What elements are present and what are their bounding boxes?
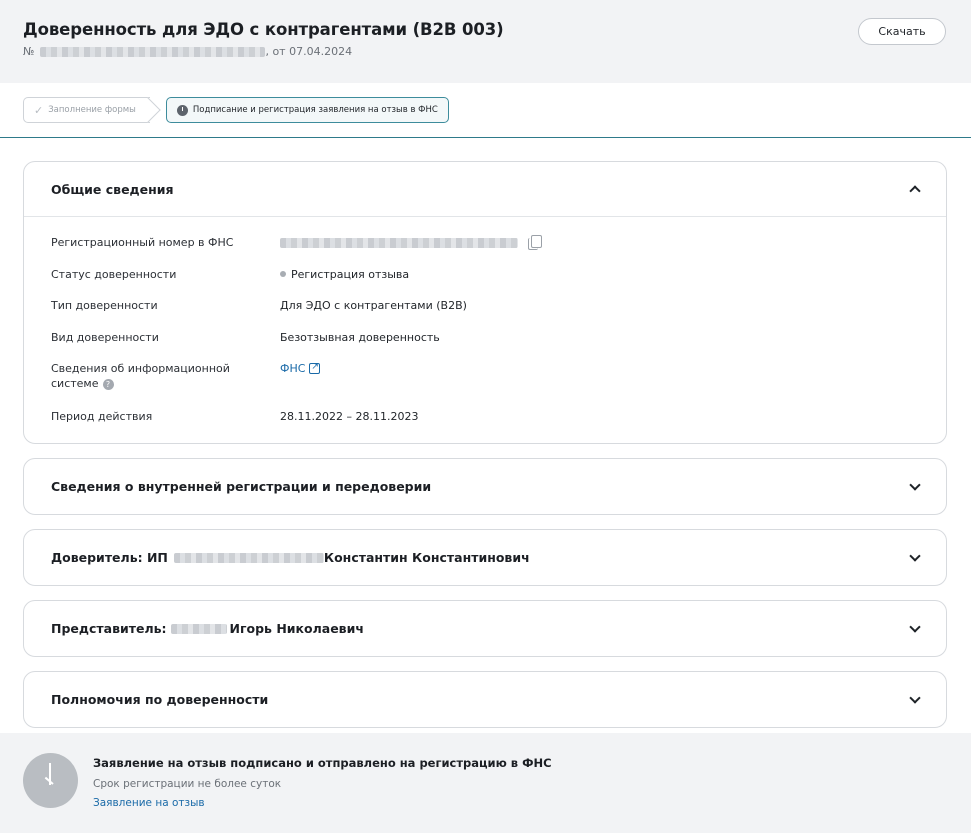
info-row: Период действия 28.11.2022 – 28.11.2023 bbox=[51, 409, 919, 427]
page-title: Доверенность для ЭДО с контрагентами (B2… bbox=[23, 20, 504, 39]
revocation-statement-link[interactable]: Заявление на отзыв bbox=[93, 797, 552, 809]
representative-prefix: Представитель: bbox=[51, 621, 167, 636]
card-title: Сведения о внутренней регистрации и пере… bbox=[51, 479, 432, 494]
check-icon: ✓ bbox=[34, 103, 44, 117]
general-info-card: Общие сведения Регистрационный номер в Ф… bbox=[23, 161, 947, 444]
status-label: Статус доверенности bbox=[51, 267, 177, 281]
progress-steps: ✓ Заполнение формы Подписание и регистра… bbox=[0, 83, 971, 138]
redacted-number bbox=[40, 46, 266, 57]
clock-icon bbox=[176, 104, 188, 116]
period-label: Период действия bbox=[51, 410, 153, 423]
chevron-down-icon[interactable] bbox=[909, 691, 921, 704]
representative-card[interactable]: Представитель: Игорь Николаевич bbox=[23, 600, 947, 657]
redacted-surname bbox=[173, 552, 324, 563]
card-title: Общие сведения bbox=[51, 181, 174, 197]
infosys-label: Сведения об информационной системе? bbox=[51, 361, 280, 409]
info-row: Сведения об информационной системе? ФНС bbox=[51, 360, 919, 409]
kind-label: Вид доверенности bbox=[51, 330, 159, 344]
copy-icon[interactable] bbox=[528, 235, 542, 250]
powers-header[interactable]: Полномочия по доверенности bbox=[24, 672, 946, 727]
principal-card[interactable]: Доверитель: ИП Константин Константинович bbox=[23, 529, 947, 586]
help-icon[interactable]: ? bbox=[102, 379, 114, 390]
status-text: Регистрация отзыва bbox=[291, 267, 410, 281]
internal-registration-header[interactable]: Сведения о внутренней регистрации и пере… bbox=[24, 459, 946, 514]
step-label: Подписание и регистрация заявления на от… bbox=[192, 105, 438, 115]
chevron-down-icon[interactable] bbox=[909, 549, 921, 562]
info-row: Регистрационный номер в ФНС bbox=[51, 235, 919, 267]
chevron-up-icon[interactable] bbox=[909, 185, 921, 197]
principal-prefix: Доверитель: ИП bbox=[51, 550, 168, 565]
clock-icon bbox=[23, 753, 78, 808]
status-footer: Заявление на отзыв подписано и отправлен… bbox=[0, 733, 971, 833]
kind-value: Безотзывная доверенность bbox=[280, 330, 440, 344]
footer-subtitle: Срок регистрации не более суток bbox=[93, 778, 282, 790]
download-button[interactable]: Скачать bbox=[858, 18, 946, 45]
powers-card[interactable]: Полномочия по доверенности bbox=[23, 671, 947, 728]
document-date: , от 07.04.2024 bbox=[265, 45, 353, 58]
status-value: Регистрация отзыва bbox=[280, 267, 409, 299]
step-fill-form[interactable]: ✓ Заполнение формы bbox=[23, 97, 150, 123]
general-info-body: Регистрационный номер в ФНС Статус довер… bbox=[24, 217, 946, 443]
page-header: Доверенность для ЭДО с контрагентами (B2… bbox=[0, 0, 971, 83]
number-prefix: № bbox=[23, 45, 35, 58]
representative-header[interactable]: Представитель: Игорь Николаевич bbox=[24, 601, 946, 656]
info-row: Тип доверенности Для ЭДО с контрагентами… bbox=[51, 298, 919, 330]
principal-header[interactable]: Доверитель: ИП Константин Константинович bbox=[24, 530, 946, 585]
step-label: Заполнение формы bbox=[48, 105, 136, 115]
chevron-down-icon[interactable] bbox=[909, 478, 921, 491]
redacted-surname bbox=[170, 623, 227, 634]
fns-link[interactable]: ФНС bbox=[280, 361, 305, 376]
chevron-down-icon[interactable] bbox=[909, 620, 921, 633]
main-content: Общие сведения Регистрационный номер в Ф… bbox=[0, 138, 971, 728]
card-title: Представитель: Игорь Николаевич bbox=[51, 621, 364, 636]
redacted-reg-number bbox=[280, 238, 518, 248]
period-value: 28.11.2022 – 28.11.2023 bbox=[280, 410, 419, 423]
representative-name: Игорь Николаевич bbox=[229, 621, 364, 636]
status-dot-icon bbox=[280, 270, 286, 277]
info-row: Статус доверенности Регистрация отзыва bbox=[51, 267, 919, 299]
footer-text: Заявление на отзыв подписано и отправлен… bbox=[93, 753, 552, 813]
document-meta: № , от 07.04.2024 bbox=[23, 45, 948, 58]
general-info-header[interactable]: Общие сведения bbox=[24, 162, 946, 217]
card-title: Доверитель: ИП Константин Константинович bbox=[51, 550, 530, 565]
footer-title: Заявление на отзыв подписано и отправлен… bbox=[93, 756, 552, 770]
type-label: Тип доверенности bbox=[51, 299, 158, 312]
reg-number-label: Регистрационный номер в ФНС bbox=[51, 236, 234, 249]
external-link-icon[interactable] bbox=[309, 360, 321, 375]
info-row: Вид доверенности Безотзывная доверенност… bbox=[51, 330, 919, 362]
step-sign-register[interactable]: Подписание и регистрация заявления на от… bbox=[165, 97, 449, 123]
card-title: Полномочия по доверенности bbox=[51, 692, 269, 707]
reg-number-value bbox=[280, 235, 542, 267]
type-value: Для ЭДО с контрагентами (B2B) bbox=[280, 299, 467, 312]
infosys-label-text: Сведения об информационной системе bbox=[51, 362, 230, 390]
internal-registration-card[interactable]: Сведения о внутренней регистрации и пере… bbox=[23, 458, 947, 515]
principal-name: Константин Константинович bbox=[323, 550, 530, 565]
infosys-value: ФНС bbox=[280, 360, 321, 409]
